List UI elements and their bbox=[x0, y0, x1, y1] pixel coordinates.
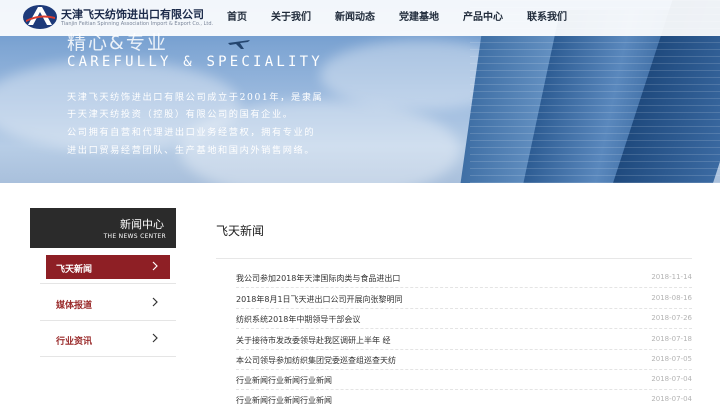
sidebar-title: 新闻中心 bbox=[120, 218, 164, 231]
nav-products[interactable]: 产品中心 bbox=[451, 0, 515, 36]
sidebar-item-label: 媒体报道 bbox=[56, 301, 93, 311]
news-title[interactable]: 2018年8月1日飞天进出口公司开展向张黎明同 bbox=[236, 294, 403, 305]
news-title[interactable]: 关于接待市发改委领导赴我区调研上半年 经 bbox=[236, 335, 391, 346]
airplane-icon bbox=[228, 40, 250, 49]
news-item[interactable]: 关于接待市发改委领导赴我区调研上半年 经 2018-07-18 bbox=[236, 330, 692, 350]
news-item[interactable]: 2018年8月1日飞天进出口公司开展向张黎明同 2018-08-16 bbox=[236, 289, 692, 309]
news-item[interactable]: 行业新闻行业新闻行业新闻 2018-07-04 bbox=[236, 390, 692, 405]
chevron-right-icon bbox=[152, 333, 158, 343]
company-name-en: Tianjin Feitian Spinning Association Imp… bbox=[61, 21, 214, 27]
news-title[interactable]: 纺织系统2018年中期领导干部会议 bbox=[236, 314, 360, 325]
news-date: 2018-07-05 bbox=[651, 355, 692, 363]
hero-text-line: 公司拥有自营和代理进出口业务经营权，拥有专业的 bbox=[67, 127, 316, 138]
sidebar-subtitle: THE NEWS CENTER bbox=[103, 233, 166, 240]
news-date: 2018-07-04 bbox=[651, 395, 692, 403]
hero-subtitle: CAREFULLY & SPECIALITY bbox=[67, 54, 323, 70]
divider bbox=[40, 283, 176, 284]
news-item[interactable]: 行业新闻行业新闻行业新闻 2018-07-04 bbox=[236, 370, 692, 390]
news-title[interactable]: 我公司参加2018年天津国际肉类与食品进出口 bbox=[236, 273, 400, 284]
company-name: 天津飞天纺饰进出口有限公司 bbox=[61, 8, 204, 21]
sidebar-item-feitian-news[interactable]: 飞天新闻 bbox=[46, 255, 170, 279]
news-item[interactable]: 我公司参加2018年天津国际肉类与食品进出口 2018-11-14 bbox=[236, 268, 692, 288]
news-title[interactable]: 行业新闻行业新闻行业新闻 bbox=[236, 395, 332, 405]
news-date: 2018-08-16 bbox=[651, 294, 692, 302]
sidebar-header: 新闻中心 THE NEWS CENTER bbox=[30, 208, 176, 248]
news-date: 2018-11-14 bbox=[651, 273, 692, 281]
chevron-right-icon bbox=[152, 297, 158, 307]
news-date: 2018-07-18 bbox=[651, 335, 692, 343]
chevron-right-icon bbox=[152, 261, 158, 271]
news-title[interactable]: 本公司领导参加纺织集团党委巡查组巡查天纺 bbox=[236, 355, 396, 366]
main-nav: 首页 关于我们 新闻动态 党建基地 产品中心 联系我们 bbox=[215, 0, 579, 36]
nav-contact[interactable]: 联系我们 bbox=[515, 0, 579, 36]
sidebar-item-label: 飞天新闻 bbox=[56, 265, 93, 275]
sidebar-item-label: 行业资讯 bbox=[56, 337, 93, 347]
nav-party-base[interactable]: 党建基地 bbox=[387, 0, 451, 36]
hero-text-line: 进出口贸易经营团队、生产基地和国内外销售网络。 bbox=[67, 145, 316, 156]
divider bbox=[40, 320, 176, 321]
divider bbox=[216, 258, 692, 259]
news-item[interactable]: 本公司领导参加纺织集团党委巡查组巡查天纺 2018-07-05 bbox=[236, 350, 692, 370]
nav-about[interactable]: 关于我们 bbox=[259, 0, 323, 36]
news-title[interactable]: 行业新闻行业新闻行业新闻 bbox=[236, 375, 332, 386]
divider bbox=[40, 356, 176, 357]
hero-text-line: 天津飞天纺饰进出口有限公司成立于2001年，是隶属 bbox=[67, 92, 324, 103]
company-logo-icon[interactable] bbox=[22, 3, 58, 31]
nav-news[interactable]: 新闻动态 bbox=[323, 0, 387, 36]
news-date: 2018-07-26 bbox=[651, 314, 692, 322]
hero-text-line: 于天津天纺投资（控股）有限公司的国有企业。 bbox=[67, 109, 294, 120]
nav-home[interactable]: 首页 bbox=[215, 0, 259, 36]
news-item[interactable]: 纺织系统2018年中期领导干部会议 2018-07-26 bbox=[236, 309, 692, 329]
site-header: 天津飞天纺饰进出口有限公司 Tianjin Feitian Spinning A… bbox=[0, 0, 720, 36]
news-date: 2018-07-04 bbox=[651, 375, 692, 383]
sidebar-item-media[interactable]: 媒体报道 bbox=[46, 291, 170, 315]
page-title: 飞天新闻 bbox=[216, 224, 265, 238]
sidebar-item-industry[interactable]: 行业资讯 bbox=[46, 327, 170, 351]
